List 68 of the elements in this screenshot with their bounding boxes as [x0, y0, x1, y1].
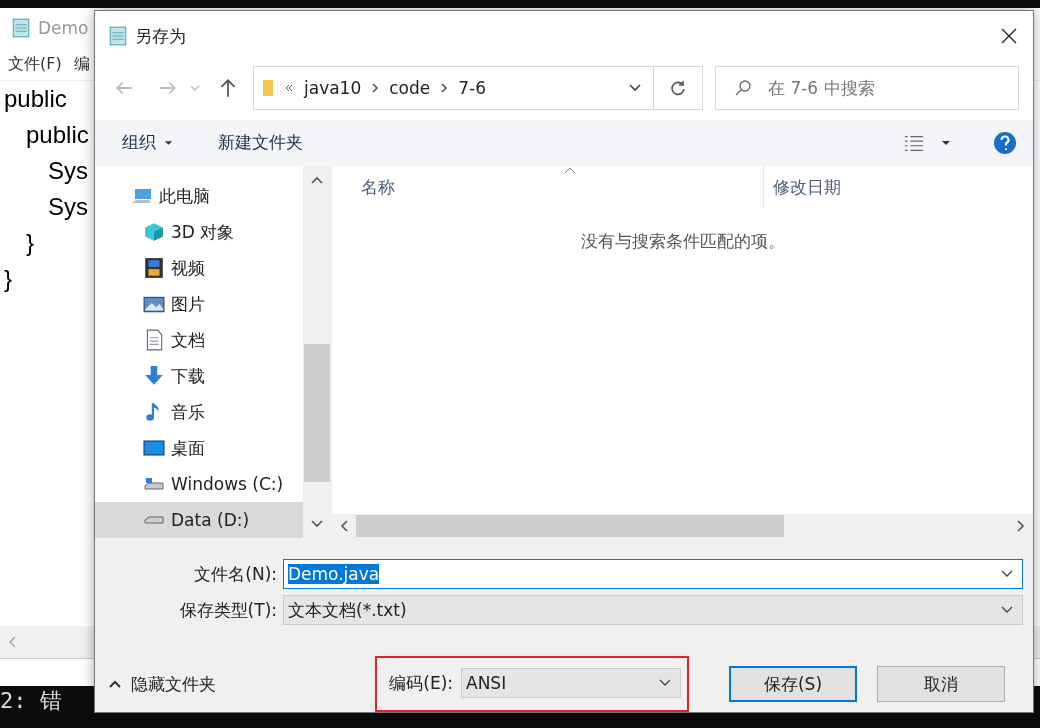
- cancel-button[interactable]: 取消: [877, 666, 1005, 702]
- nav-item[interactable]: 文档: [95, 322, 303, 358]
- dropdown-caret-icon: [658, 678, 672, 688]
- overflow-icon[interactable]: [284, 83, 294, 94]
- nav-item[interactable]: Data (D:): [95, 502, 303, 538]
- filename-field[interactable]: Demo.java: [283, 559, 1023, 589]
- menu-item[interactable]: 编: [73, 53, 90, 75]
- dropdown-caret-icon[interactable]: [1000, 569, 1014, 579]
- notepad-icon: [10, 17, 32, 39]
- folder-icon: [262, 78, 274, 99]
- chevron-icon[interactable]: [440, 83, 449, 94]
- chevron-icon[interactable]: [371, 83, 380, 94]
- scroll-up-icon[interactable]: [311, 176, 323, 184]
- desktop-icon: [143, 437, 165, 459]
- dialog-title: 另存为: [135, 24, 186, 48]
- nav-item[interactable]: 桌面: [95, 430, 303, 466]
- dropdown-caret-icon[interactable]: [627, 83, 643, 94]
- scrollbar[interactable]: [332, 514, 1033, 538]
- scroll-left-icon[interactable]: [340, 520, 348, 532]
- organize-menu[interactable]: 组织: [122, 131, 173, 155]
- menu-item[interactable]: 文件(F): [8, 53, 62, 75]
- new-folder-button[interactable]: 新建文件夹: [218, 131, 303, 155]
- scroll-right-icon[interactable]: [1017, 520, 1025, 532]
- drive-icon: [144, 516, 164, 524]
- help-icon[interactable]: [993, 130, 1017, 155]
- column-header[interactable]: 修改日期: [764, 166, 841, 208]
- save-button[interactable]: 保存(S): [729, 666, 857, 702]
- download-icon: [143, 365, 165, 387]
- nav-item[interactable]: 音乐: [95, 394, 303, 430]
- code-line: public: [4, 85, 67, 112]
- film-icon: [143, 257, 165, 279]
- field-label: 编码(E):: [388, 671, 453, 695]
- nav-item[interactable]: 下载: [95, 358, 303, 394]
- breadcrumb[interactable]: 7-6: [458, 78, 487, 99]
- column-header[interactable]: 名称: [332, 166, 764, 208]
- search-field[interactable]: 在 7-6 中搜索: [715, 66, 1019, 111]
- code-line: Sys: [48, 193, 88, 220]
- hide-folders-toggle[interactable]: 隐藏文件夹: [109, 672, 216, 696]
- address-bar[interactable]: java10 code 7-6: [253, 66, 703, 111]
- breadcrumb[interactable]: java10: [304, 78, 362, 99]
- caret-icon: [164, 139, 173, 146]
- sort-caret-icon: [564, 166, 576, 174]
- filetype-dropdown[interactable]: 文本文档(*.txt): [283, 595, 1023, 625]
- scroll-down-icon[interactable]: [311, 520, 323, 528]
- notepad-icon: [107, 25, 129, 48]
- empty-message: 没有与搜索条件匹配的项。: [580, 230, 785, 253]
- field-label: 保存类型(T):: [178, 598, 278, 622]
- dropdown-caret-icon[interactable]: [941, 139, 951, 146]
- nav-item[interactable]: Windows (C:): [95, 466, 303, 502]
- code-line: }: [4, 265, 12, 292]
- window-title: Demo: [38, 18, 89, 38]
- caret-icon: [109, 680, 121, 688]
- field-label: 文件名(N):: [193, 562, 278, 586]
- scrollbar[interactable]: [303, 166, 331, 538]
- code-line: Sys: [48, 157, 88, 184]
- cube-icon: [143, 221, 165, 243]
- nav-item[interactable]: 视频: [95, 250, 303, 286]
- scroll-thumb[interactable]: [304, 344, 330, 482]
- code-line: }: [26, 229, 34, 256]
- dropdown-caret-icon: [1000, 605, 1014, 615]
- nav-item[interactable]: 此电脑: [95, 178, 303, 214]
- code-line: public: [26, 121, 89, 148]
- scroll-thumb[interactable]: [356, 515, 784, 537]
- nav-item[interactable]: 图片: [95, 286, 303, 322]
- nav-item[interactable]: 3D 对象: [95, 214, 303, 250]
- encoding-dropdown[interactable]: ANSI: [461, 668, 681, 698]
- breadcrumb[interactable]: code: [389, 78, 431, 99]
- terminal-text: 2: 错: [0, 687, 62, 715]
